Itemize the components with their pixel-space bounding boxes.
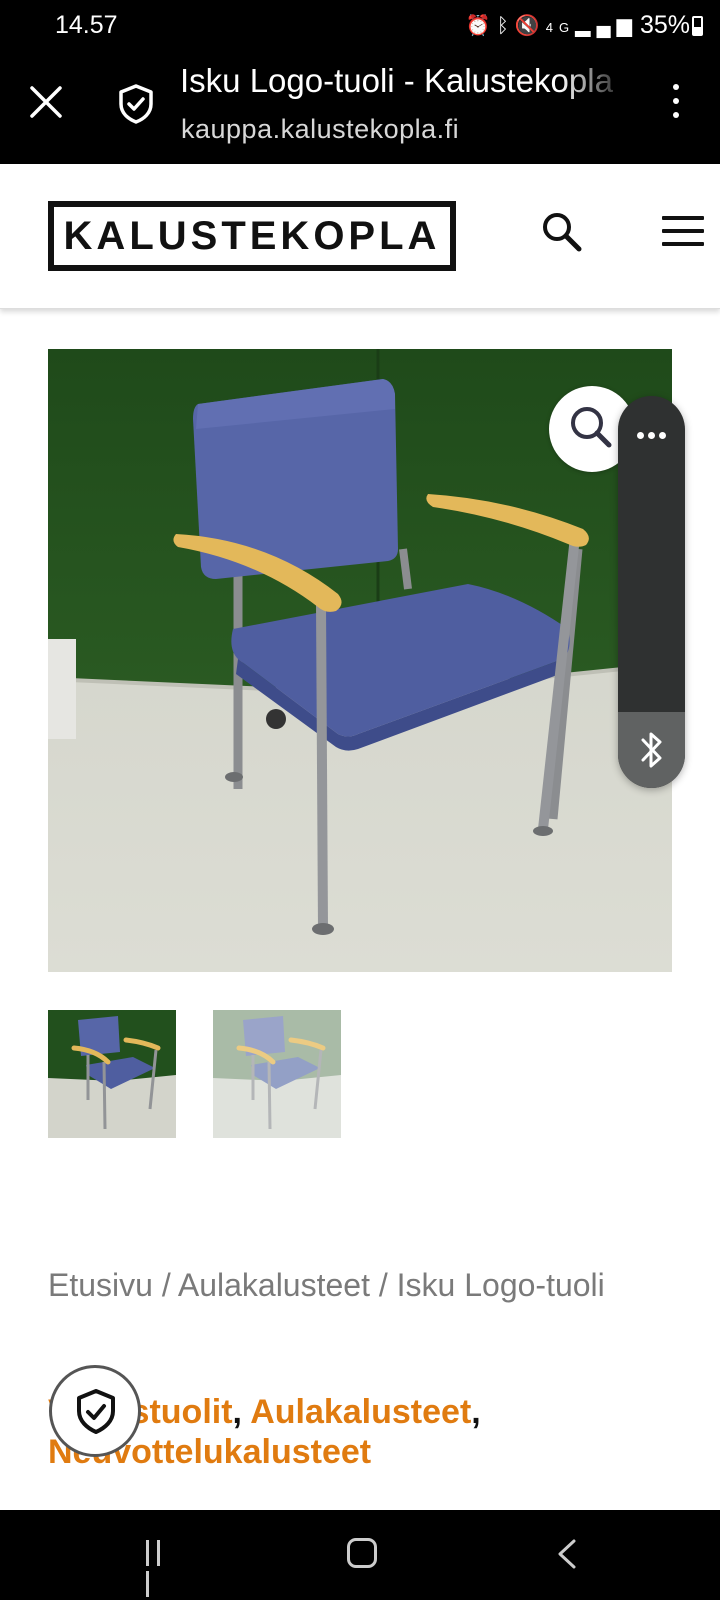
system-navigation-bar [0, 1510, 720, 1600]
breadcrumb-separator: / [369, 1267, 397, 1303]
breadcrumb-home-link[interactable]: Etusivu [48, 1267, 153, 1303]
security-shield-icon[interactable] [114, 82, 158, 126]
site-header: KALUSTEKOPLA [0, 164, 720, 309]
recent-apps-icon[interactable] [146, 1540, 176, 1597]
breadcrumb-separator: / [152, 1267, 178, 1303]
bluetooth-icon [641, 732, 662, 768]
mute-icon: 🔇 [514, 15, 546, 37]
product-thumbnail-1[interactable] [48, 1010, 176, 1138]
breadcrumb-category-link[interactable]: Aulakalusteet [178, 1267, 370, 1303]
search-icon[interactable] [540, 210, 584, 254]
status-bar: 14.57 ⏰ᛒ🔇4G▂▄▆ 35% [0, 0, 720, 52]
panel-bluetooth-button[interactable] [618, 712, 685, 788]
browser-toolbar: Isku Logo-tuoli - Kalustekopla kauppa.ka… [0, 52, 720, 164]
battery-percent: 35% [639, 11, 690, 39]
product-thumbnail-2[interactable] [213, 1010, 341, 1138]
shield-check-icon [77, 1389, 115, 1434]
browser-url[interactable]: kauppa.kalustekopla.fi [181, 114, 459, 145]
hamburger-menu-icon[interactable] [662, 216, 704, 248]
status-time: 14.57 [55, 11, 118, 39]
panel-more-icon[interactable] [618, 426, 685, 444]
breadcrumb: Etusivu / Aulakalusteet / Isku Logo-tuol… [48, 1256, 668, 1314]
category-separator: , [232, 1393, 242, 1431]
privacy-shield-button[interactable] [49, 1365, 141, 1457]
site-logo[interactable]: KALUSTEKOPLA [48, 201, 456, 271]
category-link-aulakalusteet[interactable]: Aulakalusteet [250, 1393, 471, 1431]
home-icon[interactable] [347, 1538, 377, 1568]
alarm-icon: ⏰ [465, 15, 497, 37]
more-options-icon[interactable] [666, 84, 686, 128]
bluetooth-icon: ᛒ [496, 15, 515, 37]
breadcrumb-current: Isku Logo-tuoli [396, 1267, 605, 1303]
category-separator: , [471, 1393, 481, 1431]
floating-side-panel[interactable] [618, 396, 685, 788]
back-icon[interactable] [552, 1538, 582, 1570]
status-icons: ⏰ᛒ🔇4G▂▄▆ [466, 13, 638, 38]
product-categories: Vierastuolit, Aulakalusteet, Neuvotteluk… [48, 1392, 668, 1472]
close-icon[interactable] [26, 82, 66, 122]
battery-icon [692, 16, 703, 36]
signal-icon: ▂▄▆ [575, 15, 638, 37]
network-type-icon: 4G [545, 20, 576, 35]
